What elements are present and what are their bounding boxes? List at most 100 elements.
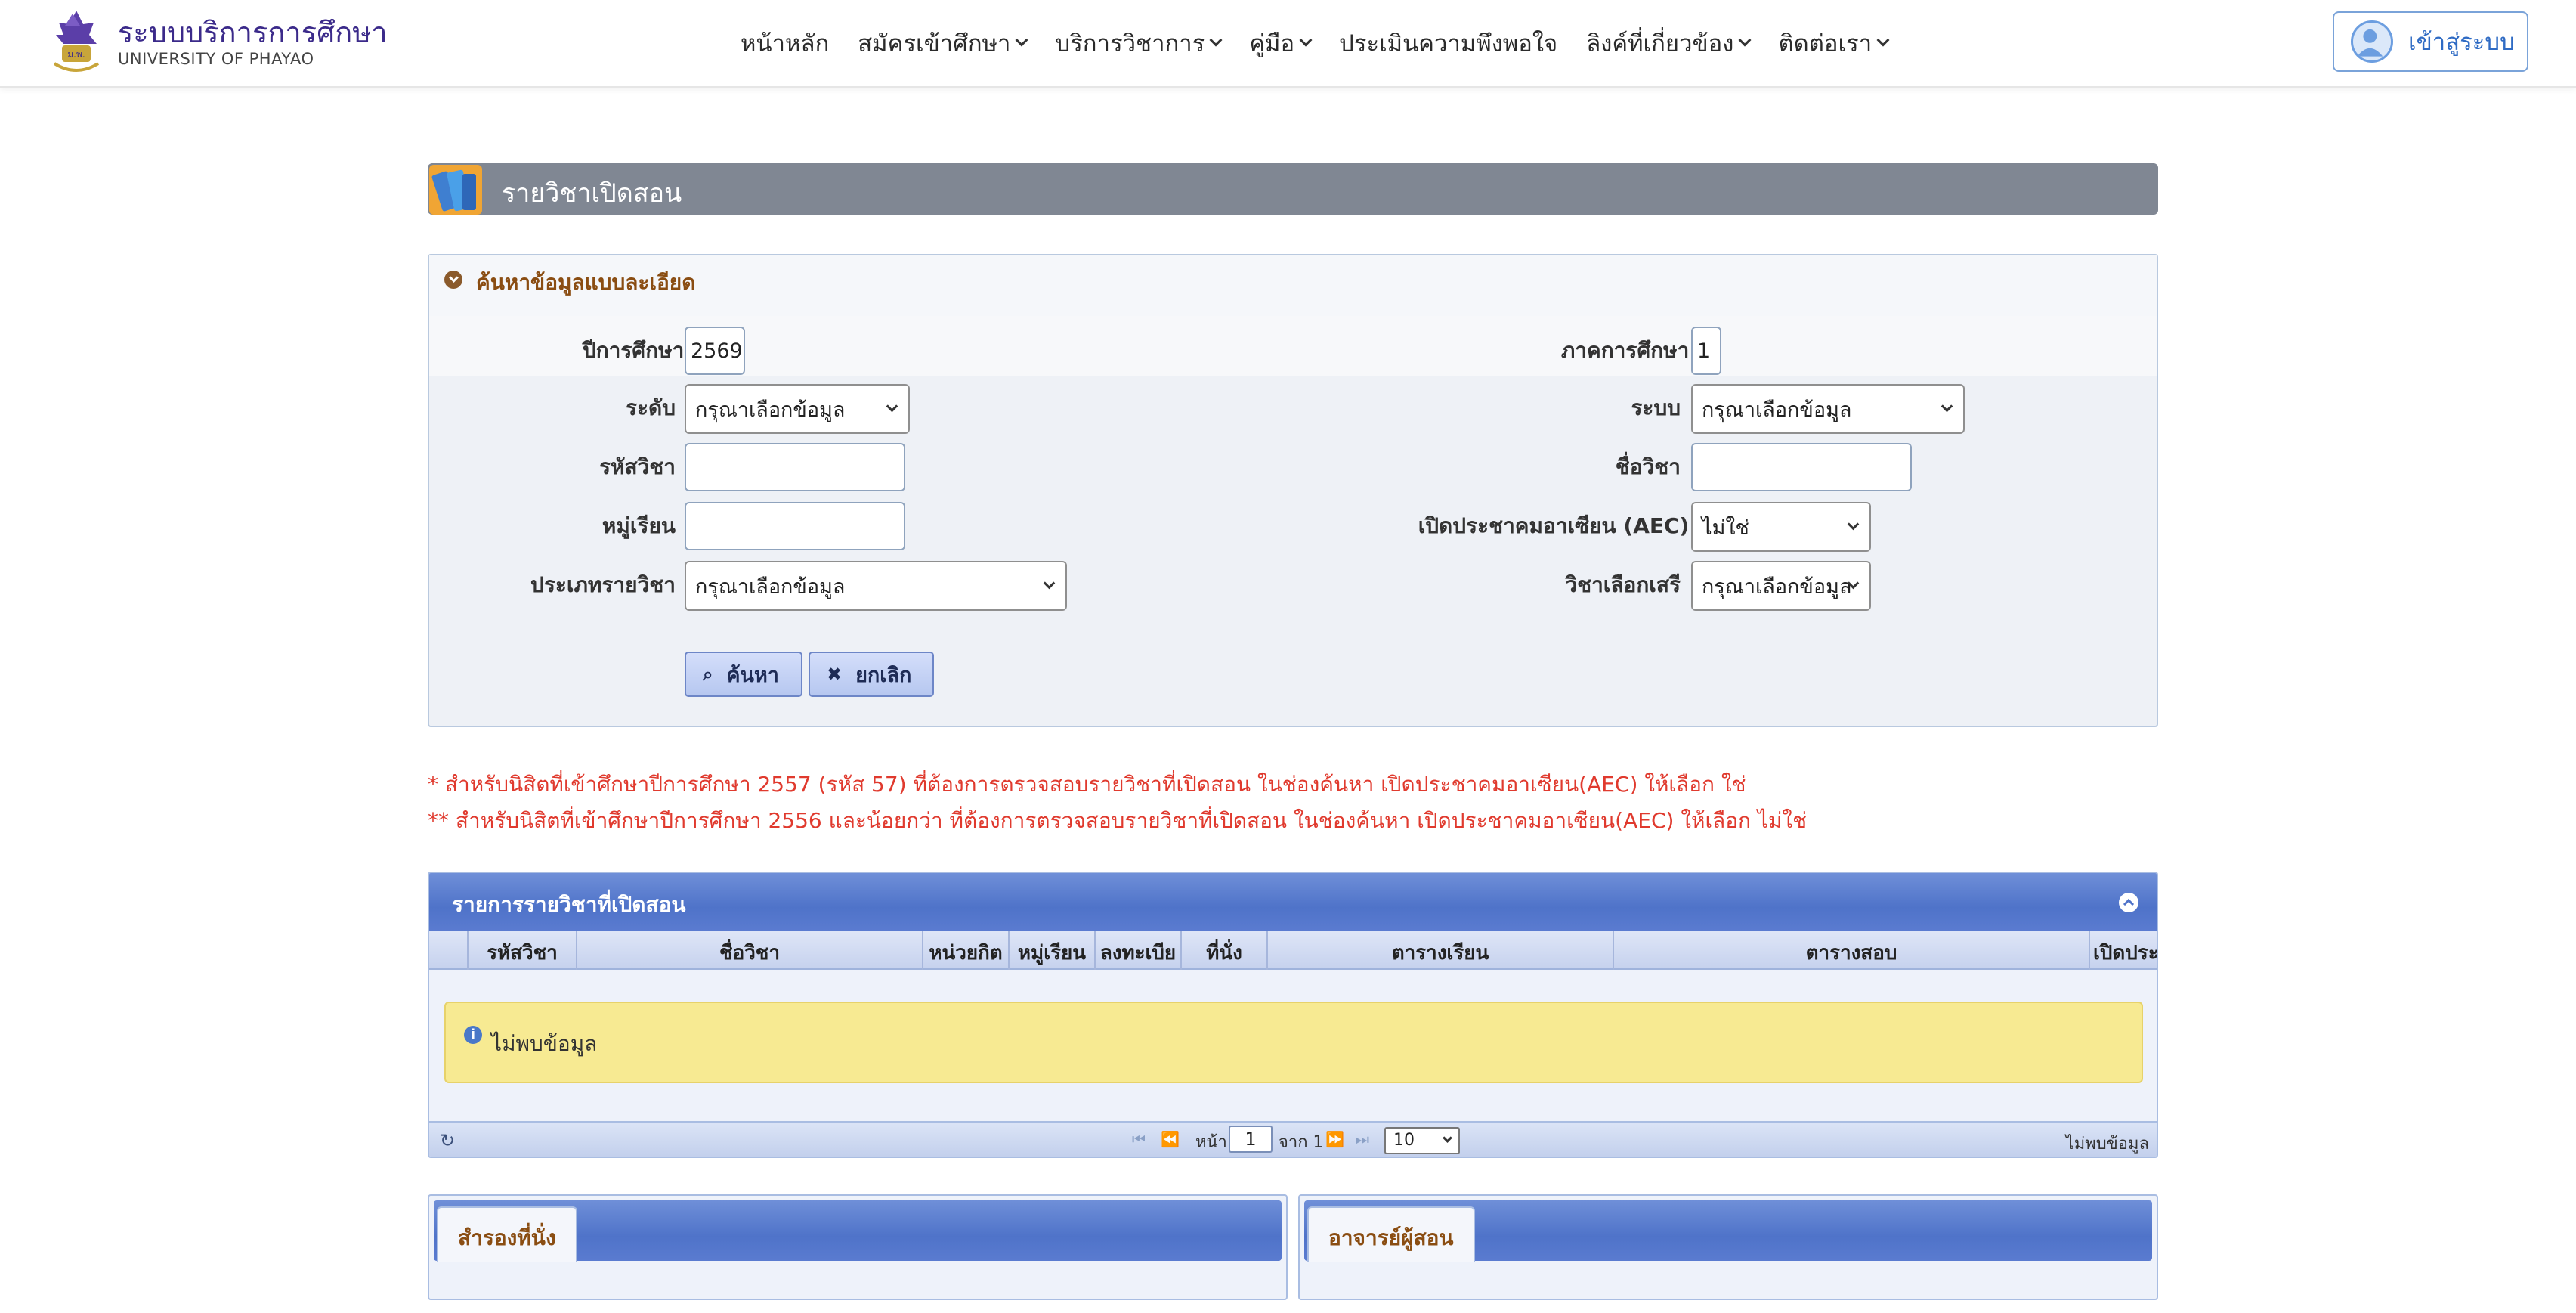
login-button[interactable]: เข้าสู่ระบบ — [2333, 11, 2528, 72]
academic-year-label: ปีการศึกษา* — [475, 334, 701, 367]
column-header-open-aec[interactable]: เปิดประ — [2090, 931, 2157, 970]
cancel-button[interactable]: ✖ ยกเลิก — [809, 652, 934, 697]
column-header-enrolled[interactable]: ลงทะเบีย — [1096, 931, 1182, 970]
last-page-icon[interactable]: ⏭ — [1356, 1130, 1369, 1148]
rows-per-page-select[interactable]: 10 — [1384, 1127, 1460, 1154]
tab-reserve-seat[interactable]: สำรองที่นั่ง — [437, 1206, 577, 1262]
page-title: รายวิชาเปิดสอน — [502, 178, 682, 209]
column-header-class-schedule[interactable]: ตารางเรียน — [1268, 931, 1614, 970]
column-header-exam-schedule[interactable]: ตารางสอบ — [1614, 931, 2090, 970]
course-results-grid: รายการรายวิชาที่เปิดสอน รหัสวิชา ชื่อวิช… — [428, 872, 2158, 1158]
nav-related-links[interactable]: ลิงค์ที่เกี่ยวข้อง — [1586, 24, 1752, 62]
select-value: กรุณาเลือกข้อมูล — [695, 574, 846, 599]
course-type-label: ประเภทรายวิชา — [530, 572, 676, 597]
cancel-button-label: ยกเลิก — [855, 663, 912, 687]
nav-label: ลิงค์ที่เกี่ยวข้อง — [1586, 30, 1734, 57]
grid-caption: รายการรายวิชาที่เปิดสอน — [429, 873, 2157, 931]
nav-label: สมัครเข้าศึกษา — [858, 30, 1011, 57]
label-text: ปีการศึกษา — [582, 338, 685, 363]
collapse-toggle-icon[interactable] — [444, 271, 462, 289]
search-panel-header[interactable]: ค้นหาข้อมูลแบบละเอียด — [429, 255, 2157, 316]
nav-satisfaction[interactable]: ประเมินความพึงพอใจ — [1339, 24, 1557, 62]
empty-state-message: i ไม่พบข้อมูล — [444, 1002, 2143, 1083]
search-button-label: ค้นหา — [726, 663, 779, 687]
user-avatar-icon — [2351, 20, 2393, 63]
level-select[interactable]: กรุณาเลือกข้อมูล — [685, 384, 910, 434]
course-type-select[interactable]: กรุณาเลือกข้อมูล — [685, 561, 1067, 611]
refresh-icon[interactable]: ↻ — [440, 1130, 455, 1151]
top-navbar: ม.พ. ระบบบริการการศึกษา UNIVERSITY OF PH… — [0, 0, 2576, 88]
x-icon: ✖ — [827, 664, 843, 685]
select-value: กรุณาเลือกข้อมูล — [1702, 398, 1852, 422]
nav-label: คู่มือ — [1249, 30, 1295, 57]
chevron-down-icon — [1443, 1133, 1452, 1143]
course-name-input[interactable] — [1691, 443, 1912, 491]
search-panel: ค้นหาข้อมูลแบบละเอียด ปีการศึกษา* 2569 ภ… — [428, 254, 2158, 727]
main-nav: หน้าหลัก สมัครเข้าศึกษา บริการวิชาการ คู… — [741, 24, 1916, 62]
search-panel-title: ค้นหาข้อมูลแบบละเอียด — [476, 270, 696, 295]
nav-home[interactable]: หน้าหลัก — [741, 24, 829, 62]
free-elective-label: วิชาเลือกเสรี — [1565, 572, 1681, 597]
brand-title-th: ระบบบริการการศึกษา — [118, 16, 388, 49]
chevron-down-icon — [1299, 33, 1313, 47]
first-page-icon[interactable]: ⏮ — [1132, 1130, 1146, 1148]
column-header-section[interactable]: หมู่เรียน — [1010, 931, 1096, 970]
chevron-down-icon — [1941, 400, 1953, 413]
page-number-input[interactable]: 1 — [1229, 1126, 1273, 1153]
nav-academic-services[interactable]: บริการวิชาการ — [1055, 24, 1223, 62]
chevron-down-icon — [1015, 33, 1028, 47]
chevron-down-icon — [886, 400, 898, 413]
books-icon — [429, 165, 482, 215]
select-value: กรุณาเลือกข้อมูล — [695, 398, 846, 422]
chevron-down-icon — [1876, 33, 1890, 47]
course-code-input[interactable] — [685, 443, 905, 491]
free-elective-select[interactable]: กรุณาเลือกข้อมูล — [1691, 561, 1871, 611]
grid-title: รายการรายวิชาที่เปิดสอน — [452, 892, 686, 917]
chevron-down-icon — [1043, 577, 1056, 590]
section-label: หมู่เรียน — [601, 513, 676, 538]
nav-label: ติดต่อเรา — [1778, 30, 1872, 57]
section-input[interactable] — [685, 502, 905, 550]
nav-manual[interactable]: คู่มือ — [1249, 24, 1313, 62]
magnifier-icon: ⌕ — [703, 664, 713, 685]
semester-label: ภาคการศึกษา* — [1502, 334, 1706, 367]
select-value: ไม่ใช่ — [1702, 516, 1749, 540]
brand-title-en: UNIVERSITY OF PHAYAO — [118, 50, 314, 68]
svg-text:ม.พ.: ม.พ. — [67, 49, 85, 60]
prev-page-icon[interactable]: ⏪ — [1161, 1130, 1180, 1148]
academic-year-input[interactable]: 2569 — [685, 327, 745, 375]
nav-contact[interactable]: ติดต่อเรา — [1778, 24, 1890, 62]
university-seal-icon[interactable]: ม.พ. — [50, 8, 103, 77]
next-page-icon[interactable]: ⏩ — [1325, 1130, 1344, 1148]
label-text: ภาคการศึกษา — [1560, 338, 1690, 363]
select-value: 10 — [1393, 1131, 1415, 1150]
semester-input[interactable]: 1 — [1691, 327, 1721, 375]
reserve-seat-panel: สำรองที่นั่ง — [428, 1194, 1288, 1300]
nav-label: หน้าหลัก — [741, 30, 830, 57]
page-label: หน้า — [1195, 1133, 1227, 1152]
info-icon: i — [464, 1026, 482, 1044]
aec-select[interactable]: ไม่ใช่ — [1691, 502, 1871, 552]
chevron-down-icon — [1209, 33, 1223, 47]
collapse-up-icon[interactable] — [2119, 893, 2138, 912]
grid-header-row: รหัสวิชา ชื่อวิชา หน่วยกิต หมู่เรียน ลงท… — [429, 931, 2157, 970]
column-header-credits[interactable]: หน่วยกิต — [923, 931, 1010, 970]
course-code-label: รหัสวิชา — [598, 454, 676, 479]
aec-label: เปิดประชาคมอาเซียน (AEC)* — [1260, 509, 1706, 543]
note-aec-yes: * สำหรับนิสิตที่เข้าศึกษาปีการศึกษา 2557… — [428, 772, 1746, 797]
nav-admission[interactable]: สมัครเข้าศึกษา — [858, 24, 1028, 62]
tab-instructor[interactable]: อาจารย์ผู้สอน — [1307, 1206, 1475, 1262]
record-count-text: ไม่พบข้อมูล — [2065, 1135, 2149, 1154]
system-label: ระบบ — [1631, 395, 1681, 420]
chevron-down-icon — [1738, 33, 1752, 47]
column-header-seats[interactable]: ที่นั่ง — [1182, 931, 1268, 970]
select-value: กรุณาเลือกข้อมูล — [1702, 574, 1852, 599]
login-label: เข้าสู่ระบบ — [2408, 29, 2515, 56]
instructor-panel: อาจารย์ผู้สอน — [1298, 1194, 2158, 1300]
column-header-course-code[interactable]: รหัสวิชา — [469, 931, 577, 970]
note-aec-no: ** สำหรับนิสิตที่เข้าศึกษาปีการศึกษา 255… — [428, 808, 1808, 833]
search-button[interactable]: ⌕ ค้นหา — [685, 652, 802, 697]
column-header-course-name[interactable]: ชื่อวิชา — [577, 931, 923, 970]
grid-pager: ↻ ⏮ ⏪ หน้า 1 จาก 1 ⏩ ⏭ 10 ไม่พบข้อมูล — [429, 1121, 2157, 1157]
system-select[interactable]: กรุณาเลือกข้อมูล — [1691, 384, 1965, 434]
